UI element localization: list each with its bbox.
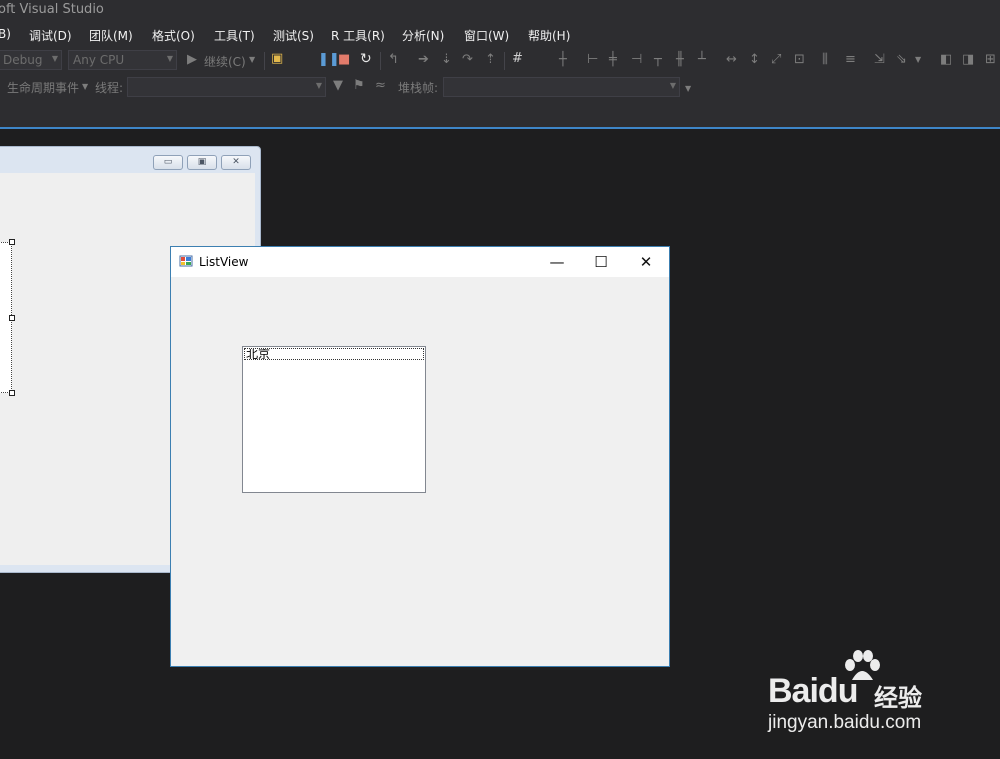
horizontal-spacing-icon[interactable]: ⫼ <box>822 53 828 67</box>
platform-value: Any CPU <box>73 53 125 67</box>
solution-config-value: Debug <box>3 53 43 67</box>
play-icon[interactable]: ▶ <box>187 53 197 67</box>
watermark-cn: 经验 <box>874 684 922 712</box>
make-same-height-icon[interactable]: ↕ <box>749 53 760 67</box>
toolbar-separator <box>504 52 505 70</box>
vs-menu-bar: B) 调试(D) 团队(M) 格式(O) 工具(T) 测试(S) R 工具(R)… <box>0 20 1000 48</box>
chevron-down-icon: ▼ <box>51 54 58 63</box>
menu-item-r-tools[interactable]: R 工具(R) <box>331 27 385 44</box>
send-to-back-icon[interactable]: ◨ <box>962 53 974 67</box>
lifecycle-events-button[interactable]: 生命周期事件 <box>7 79 79 96</box>
center-vertically-icon[interactable]: ⇘ <box>896 53 907 67</box>
make-same-width-icon[interactable]: ↔ <box>726 53 737 67</box>
chevron-down-icon[interactable]: ▼ <box>915 53 921 67</box>
pause-icon[interactable]: ❚❚ <box>318 53 340 67</box>
stack-frame-combo[interactable]: ▼ <box>443 77 680 97</box>
chevron-down-icon[interactable]: ▼ <box>249 53 255 67</box>
resize-handle[interactable] <box>9 239 15 245</box>
step-over-icon[interactable]: ⇣ <box>441 53 452 67</box>
window-maximize-button[interactable]: ☐ <box>578 247 624 277</box>
menu-item-team[interactable]: 团队(M) <box>89 27 133 44</box>
designer-close-button[interactable]: ✕ <box>221 155 251 170</box>
app-icon <box>179 255 193 267</box>
menu-item-window[interactable]: 窗口(W) <box>464 27 509 44</box>
process-icon[interactable]: ▣ <box>271 52 283 66</box>
menu-item-analyze[interactable]: 分析(N) <box>402 27 444 44</box>
vs-title-bar: oft Visual Studio <box>0 0 1000 20</box>
vs-debug-location-toolbar: ▏ 生命周期事件 ▼ 线程: ▼ ▼ ⚑ ≈ 堆栈帧: ▼ ▼ <box>0 74 1000 100</box>
menu-item-test[interactable]: 测试(S) <box>273 27 314 44</box>
vs-standard-toolbar: Debug ▼ Any CPU ▼ ▶ 继续(C) ▼ ▣ ❚❚ ■ ↻ ↰ ➔… <box>0 48 1000 74</box>
align-middles-icon[interactable]: ╫ <box>676 53 684 67</box>
maximize-icon: ☐ <box>594 253 608 271</box>
restart-icon[interactable]: ↻ <box>360 52 372 66</box>
menu-item-format[interactable]: 格式(O) <box>152 27 195 44</box>
thread-label: 线程: <box>95 81 124 95</box>
step-into-icon[interactable]: ➔ <box>418 53 429 67</box>
align-bottoms-icon[interactable]: ┴ <box>698 53 706 67</box>
listview-control[interactable]: 北京 <box>242 346 426 493</box>
platform-combo[interactable]: Any CPU ▼ <box>68 50 177 70</box>
bring-to-front-icon[interactable]: ◧ <box>940 53 952 67</box>
vs-title-text: oft Visual Studio <box>0 2 104 17</box>
align-rights-icon[interactable]: ⊣ <box>631 53 642 67</box>
grid-icon[interactable]: # <box>512 52 523 66</box>
center-horizontally-icon[interactable]: ⇲ <box>874 53 885 67</box>
step-out-icon[interactable]: ⇡ <box>485 53 496 67</box>
minimize-icon: — <box>549 253 565 271</box>
stack-frame-label: 堆栈帧: <box>398 81 439 95</box>
chevron-down-icon: ▼ <box>669 81 676 90</box>
window-close-button[interactable]: ✕ <box>623 247 669 277</box>
align-tops-icon[interactable]: ┬ <box>654 53 662 67</box>
window-title: ListView <box>199 255 249 269</box>
vs-accent-line <box>0 127 1000 129</box>
step-over2-icon[interactable]: ↷ <box>462 53 473 67</box>
vertical-spacing-icon[interactable]: ≡ <box>845 53 856 67</box>
menu-item-view[interactable]: B) <box>0 27 11 41</box>
thread-combo[interactable]: ▼ <box>127 77 326 97</box>
chevron-down-icon: ▼ <box>315 81 322 90</box>
filter-flag-icon[interactable]: ⚑ <box>353 79 365 93</box>
solution-config-combo[interactable]: Debug ▼ <box>0 50 62 70</box>
align-lefts-icon[interactable]: ⊢ <box>587 53 598 67</box>
toolbar-options-icon[interactable]: ▼ <box>685 82 691 96</box>
close-icon: ✕ <box>639 253 653 271</box>
designer-restore-button[interactable]: ▣ <box>187 155 217 170</box>
filter-icon[interactable]: ▼ <box>333 79 343 93</box>
resize-handle[interactable] <box>9 315 15 321</box>
chevron-down-icon: ▼ <box>166 54 173 63</box>
show-next-statement-icon[interactable]: ↰ <box>388 53 399 67</box>
make-same-size-icon[interactable]: ⤢ <box>771 53 781 67</box>
continue-button[interactable]: 继续(C) <box>204 53 246 70</box>
window-minimize-button[interactable]: — <box>534 247 580 277</box>
align-centers-icon[interactable]: ╪ <box>609 53 617 67</box>
stop-icon[interactable]: ■ <box>338 53 350 67</box>
threads-icon[interactable]: ≈ <box>375 79 386 93</box>
menu-item-debug[interactable]: 调试(D) <box>29 27 72 44</box>
menu-item-help[interactable]: 帮助(H) <box>528 27 570 44</box>
listview-window: ListView — ☐ ✕ 北京 <box>170 246 670 667</box>
toolbar-grip-icon: ▏ <box>0 79 7 93</box>
vs-tab-strip <box>0 100 1000 127</box>
list-item[interactable]: 北京 <box>244 348 424 360</box>
baidu-watermark: Baidu 经验 jingyan.baidu.com <box>766 650 956 740</box>
watermark-url: jingyan.baidu.com <box>768 712 922 733</box>
watermark-brand: Baidu <box>768 672 858 710</box>
align-to-grid-icon[interactable]: ┼ <box>559 53 567 67</box>
window-title-bar[interactable]: ListView — ☐ ✕ <box>171 247 669 277</box>
chevron-down-icon[interactable]: ▼ <box>82 80 88 94</box>
tab-order-icon[interactable]: ⊞ <box>985 53 996 67</box>
size-to-grid-icon[interactable]: ⊡ <box>794 53 805 67</box>
toolbar-separator <box>264 52 265 70</box>
designer-minimize-button[interactable]: ▭ <box>153 155 183 170</box>
resize-handle[interactable] <box>9 390 15 396</box>
toolbar-separator <box>380 52 381 70</box>
menu-item-tools[interactable]: 工具(T) <box>214 27 255 44</box>
